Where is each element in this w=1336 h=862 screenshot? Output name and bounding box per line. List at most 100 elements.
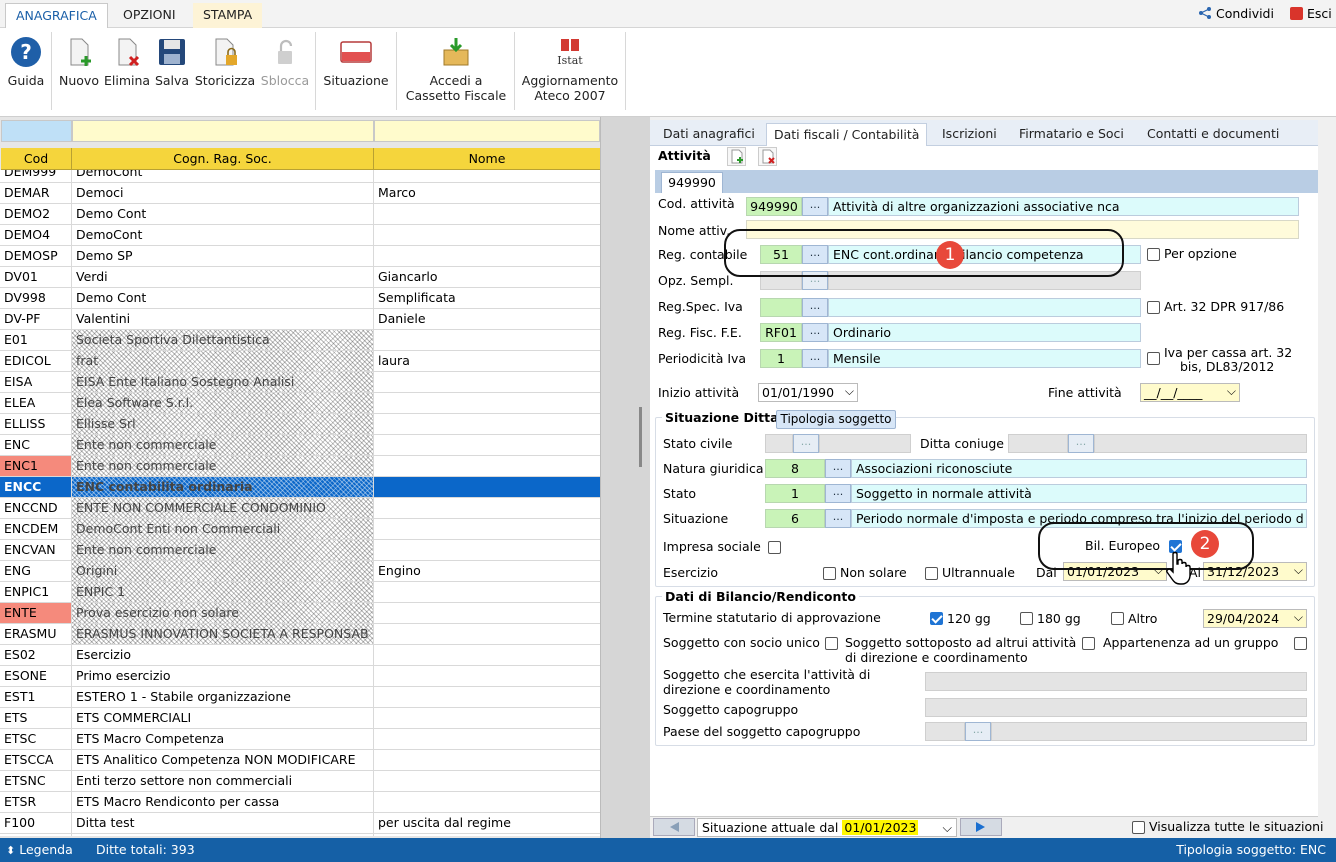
remove-activity-button[interactable]	[758, 147, 777, 166]
table-row[interactable]: DEMAR Democi Marco	[0, 183, 600, 204]
table-row[interactable]: ETSR ETS Macro Rendiconto per cassa	[0, 792, 600, 813]
legenda-link[interactable]: ⬍ Legenda	[6, 838, 73, 862]
cod-attivita-code[interactable]: 949990	[746, 197, 802, 216]
table-row[interactable]: DEMO4 DemoCont	[0, 225, 600, 246]
table-row[interactable]: ELEA Elea Software S.r.l.	[0, 393, 600, 414]
table-row[interactable]: ETSC ETS Macro Competenza	[0, 729, 600, 750]
situazione-button[interactable]: Situazione	[321, 32, 391, 88]
col-header-cod[interactable]: Cod	[1, 148, 72, 170]
table-row[interactable]: ENC Ente non commerciale	[0, 435, 600, 456]
socio-unico-checkbox[interactable]	[825, 637, 838, 650]
table-row[interactable]: DV-PF Valentini Daniele	[0, 309, 600, 330]
table-row[interactable]: EISA EISA Ente Italiano Sostegno Analisi	[0, 372, 600, 393]
table-row[interactable]: E01 Societa Sportiva Dilettantistica	[0, 330, 600, 351]
tab-dati-fiscali[interactable]: Dati fiscali / Contabilità	[766, 123, 928, 146]
inizio-attivita-date[interactable]: 01/01/1990 ⌵	[758, 383, 858, 402]
storicizza-button[interactable]: Storicizza	[193, 32, 257, 88]
nuovo-button[interactable]: Nuovo	[57, 32, 101, 88]
situazione-lookup[interactable]: ...	[825, 509, 851, 528]
filter-cod[interactable]	[1, 120, 72, 142]
table-row[interactable]: ETSNC Enti terzo settore non commerciali	[0, 771, 600, 792]
natura-giuridica-code[interactable]: 8	[765, 459, 825, 478]
per-opzione-checkbox[interactable]	[1147, 248, 1160, 261]
col-header-nome[interactable]: Nome	[374, 148, 600, 170]
table-row[interactable]: ERASMU ERASMUS INNOVATION SOCIETA A RESPO…	[0, 624, 600, 645]
col-header-ragsoc[interactable]: Cogn. Rag. Soc.	[72, 148, 374, 170]
gg180-checkbox[interactable]	[1020, 612, 1033, 625]
periodicita-code[interactable]: 1	[760, 349, 802, 368]
ultrannuale-checkbox[interactable]	[925, 567, 938, 580]
periodicita-lookup[interactable]: ...	[802, 349, 828, 368]
table-row[interactable]: DV998 Demo Cont Semplificata	[0, 288, 600, 309]
salva-button[interactable]: Salva	[153, 32, 191, 88]
reg-spec-iva-lookup[interactable]: ...	[802, 298, 828, 317]
table-row[interactable]: ENPIC1 ENPIC 1	[0, 582, 600, 603]
tab-firmatario[interactable]: Firmatario e Soci	[1012, 123, 1131, 146]
prev-situation-button[interactable]	[653, 818, 695, 836]
table-row[interactable]: ENC1 Ente non commerciale	[0, 456, 600, 477]
ditta-coniuge-lookup[interactable]: ...	[1068, 434, 1094, 453]
show-all-checkbox[interactable]	[1132, 821, 1145, 834]
filter-nome[interactable]	[374, 120, 600, 142]
activity-subtab[interactable]: 949990	[661, 172, 723, 193]
add-activity-button[interactable]	[727, 147, 746, 166]
sottoposto-checkbox[interactable]	[1082, 637, 1095, 650]
fine-attivita-date[interactable]: __/__/____ ⌵	[1140, 383, 1240, 402]
ateco-button[interactable]: Istat Aggiornamento Ateco 2007	[519, 32, 621, 103]
share-link[interactable]: Condividi	[1198, 6, 1274, 21]
gg120-checkbox[interactable]	[930, 612, 943, 625]
table-row[interactable]: ESONE Primo esercizio	[0, 666, 600, 687]
natura-giuridica-lookup[interactable]: ...	[825, 459, 851, 478]
table-row[interactable]: ENCCND ENTE NON COMMERCIALE CONDOMINIO	[0, 498, 600, 519]
reg-fisc-lookup[interactable]: ...	[802, 323, 828, 342]
table-row[interactable]: ENCC ENC contabilita ordinaria	[0, 477, 600, 498]
table-row[interactable]: DEM999 DemoCont	[0, 170, 600, 183]
table-row[interactable]: ELLISS Ellisse Srl	[0, 414, 600, 435]
table-row[interactable]: ENG Origini Engino	[0, 561, 600, 582]
table-row[interactable]: ETS ETS COMMERCIALI	[0, 708, 600, 729]
paese-lookup[interactable]: ...	[965, 722, 991, 741]
tab-dati-anagrafici[interactable]: Dati anagrafici	[656, 123, 762, 146]
situazione-code[interactable]: 6	[765, 509, 825, 528]
table-row[interactable]: FAMTESTfamigliafamiglia	[0, 834, 600, 836]
splitter[interactable]	[600, 117, 650, 838]
sblocca-button[interactable]: Sblocca	[259, 32, 311, 88]
table-row[interactable]: ENCDEM DemoCont Enti non Commerciali	[0, 519, 600, 540]
tab-anagrafica[interactable]: ANAGRAFICA	[5, 3, 108, 28]
iva-cassa-checkbox[interactable]	[1147, 352, 1160, 365]
table-row[interactable]: ENCVAN Ente non commerciale	[0, 540, 600, 561]
table-row[interactable]: DEMOSP Demo SP	[0, 246, 600, 267]
stato-lookup[interactable]: ...	[825, 484, 851, 503]
impresa-sociale-checkbox[interactable]	[768, 541, 781, 554]
situation-date-select[interactable]: Situazione attuale dal 01/01/2023 ⌵	[697, 818, 957, 837]
exit-link[interactable]: Esci	[1290, 6, 1332, 21]
table-row[interactable]: EDICOL frat laura	[0, 351, 600, 372]
table-row[interactable]: DEMO2 Demo Cont	[0, 204, 600, 225]
reg-spec-iva-code[interactable]	[760, 298, 802, 317]
stato-code[interactable]: 1	[765, 484, 825, 503]
stato-civile-lookup[interactable]: ...	[793, 434, 819, 453]
table-row[interactable]: ETSCCA ETS Analitico Competenza NON MODIF…	[0, 750, 600, 771]
reg-fisc-code[interactable]: RF01	[760, 323, 802, 342]
guida-button[interactable]: ? Guida	[5, 32, 47, 88]
table-row[interactable]: DV01 Verdi Giancarlo	[0, 267, 600, 288]
appartenenza-checkbox[interactable]	[1294, 637, 1307, 650]
table-row[interactable]: F100 Ditta test per uscita dal regime	[0, 813, 600, 834]
art32-checkbox[interactable]	[1147, 301, 1160, 314]
tab-stampa[interactable]: STAMPA	[193, 3, 263, 28]
tab-opzioni[interactable]: OPZIONI	[113, 3, 186, 28]
table-row[interactable]: ES02 Esercizio	[0, 645, 600, 666]
next-situation-button[interactable]	[960, 818, 1002, 836]
cassetto-fiscale-button[interactable]: Accedi a Cassetto Fiscale	[401, 32, 511, 103]
non-solare-checkbox[interactable]	[823, 567, 836, 580]
tipologia-soggetto-button[interactable]: Tipologia soggetto	[776, 410, 896, 429]
tab-contatti[interactable]: Contatti e documenti	[1140, 123, 1286, 146]
elimina-button[interactable]: Elimina	[104, 32, 150, 88]
data-approvazione-date[interactable]: 29/04/2024 ⌵	[1203, 609, 1307, 628]
table-row[interactable]: EST1 ESTERO 1 - Stabile organizzazione	[0, 687, 600, 708]
tab-iscrizioni[interactable]: Iscrizioni	[935, 123, 1004, 146]
filter-ragsoc[interactable]	[72, 120, 374, 142]
cod-attivita-lookup[interactable]: ...	[802, 197, 828, 216]
table-row[interactable]: ENTE Prova esercizio non solare	[0, 603, 600, 624]
altro-checkbox[interactable]	[1111, 612, 1124, 625]
